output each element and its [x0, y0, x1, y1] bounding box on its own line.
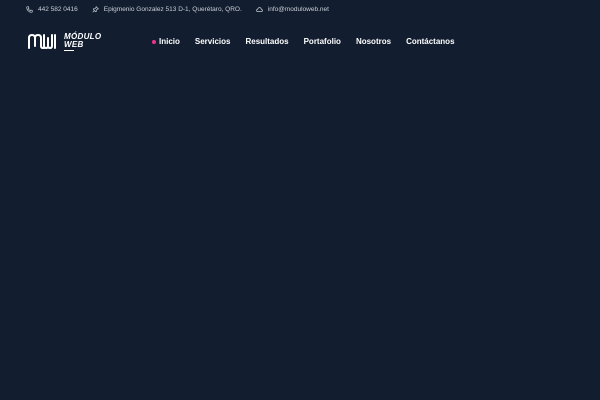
- logo-line-2: WEB: [64, 39, 84, 49]
- pin-icon: [92, 5, 99, 13]
- active-indicator-dot: [152, 39, 156, 44]
- nav-item-inicio[interactable]: Inicio: [152, 37, 180, 46]
- nav-label-portafolio: Portafolio: [303, 37, 341, 46]
- page: 442 582 0416 Epigmenio Gonzalez 513 D-1,…: [0, 0, 600, 400]
- logo[interactable]: MÓDULO WEB: [26, 31, 106, 53]
- nav-item-servicios[interactable]: Servicios: [195, 37, 231, 46]
- email-link[interactable]: info@moduloweb.net: [268, 6, 329, 13]
- phone-number: 442 582 0416: [38, 5, 78, 13]
- phone-icon: [26, 5, 33, 13]
- contact-address[interactable]: Epigmenio Gonzalez 513 D-1, Querétaro, Q…: [92, 6, 242, 13]
- site-header: MÓDULO WEB Inicio Servicios Resultados P…: [0, 26, 600, 56]
- contact-bar: 442 582 0416 Epigmenio Gonzalez 513 D-1,…: [0, 0, 600, 18]
- hero-section: [0, 60, 600, 400]
- nav-item-nosotros[interactable]: Nosotros: [356, 37, 391, 46]
- nav-label-contactanos: Contáctanos: [406, 37, 455, 46]
- cloud-icon: [255, 6, 263, 13]
- nav-label-servicios: Servicios: [194, 37, 231, 46]
- nav-item-contactanos[interactable]: Contáctanos: [406, 37, 454, 46]
- main-nav: Inicio Servicios Resultados Portafolio N…: [152, 36, 470, 47]
- nav-label-inicio: Inicio: [159, 37, 180, 46]
- nav-item-portafolio[interactable]: Portafolio: [304, 37, 341, 46]
- contact-email[interactable]: info@moduloweb.net: [255, 6, 329, 13]
- logo-mark: [26, 33, 62, 51]
- address-text: Epigmenio Gonzalez 513 D-1, Querétaro, Q…: [103, 5, 242, 13]
- nav-label-nosotros: Nosotros: [355, 37, 392, 46]
- contact-phone[interactable]: 442 582 0416: [26, 6, 78, 13]
- logo-wordmark: MÓDULO WEB: [64, 32, 101, 52]
- nav-label-resultados: Resultados: [245, 37, 289, 46]
- nav-item-resultados[interactable]: Resultados: [245, 37, 288, 46]
- logo-underline: [64, 49, 74, 52]
